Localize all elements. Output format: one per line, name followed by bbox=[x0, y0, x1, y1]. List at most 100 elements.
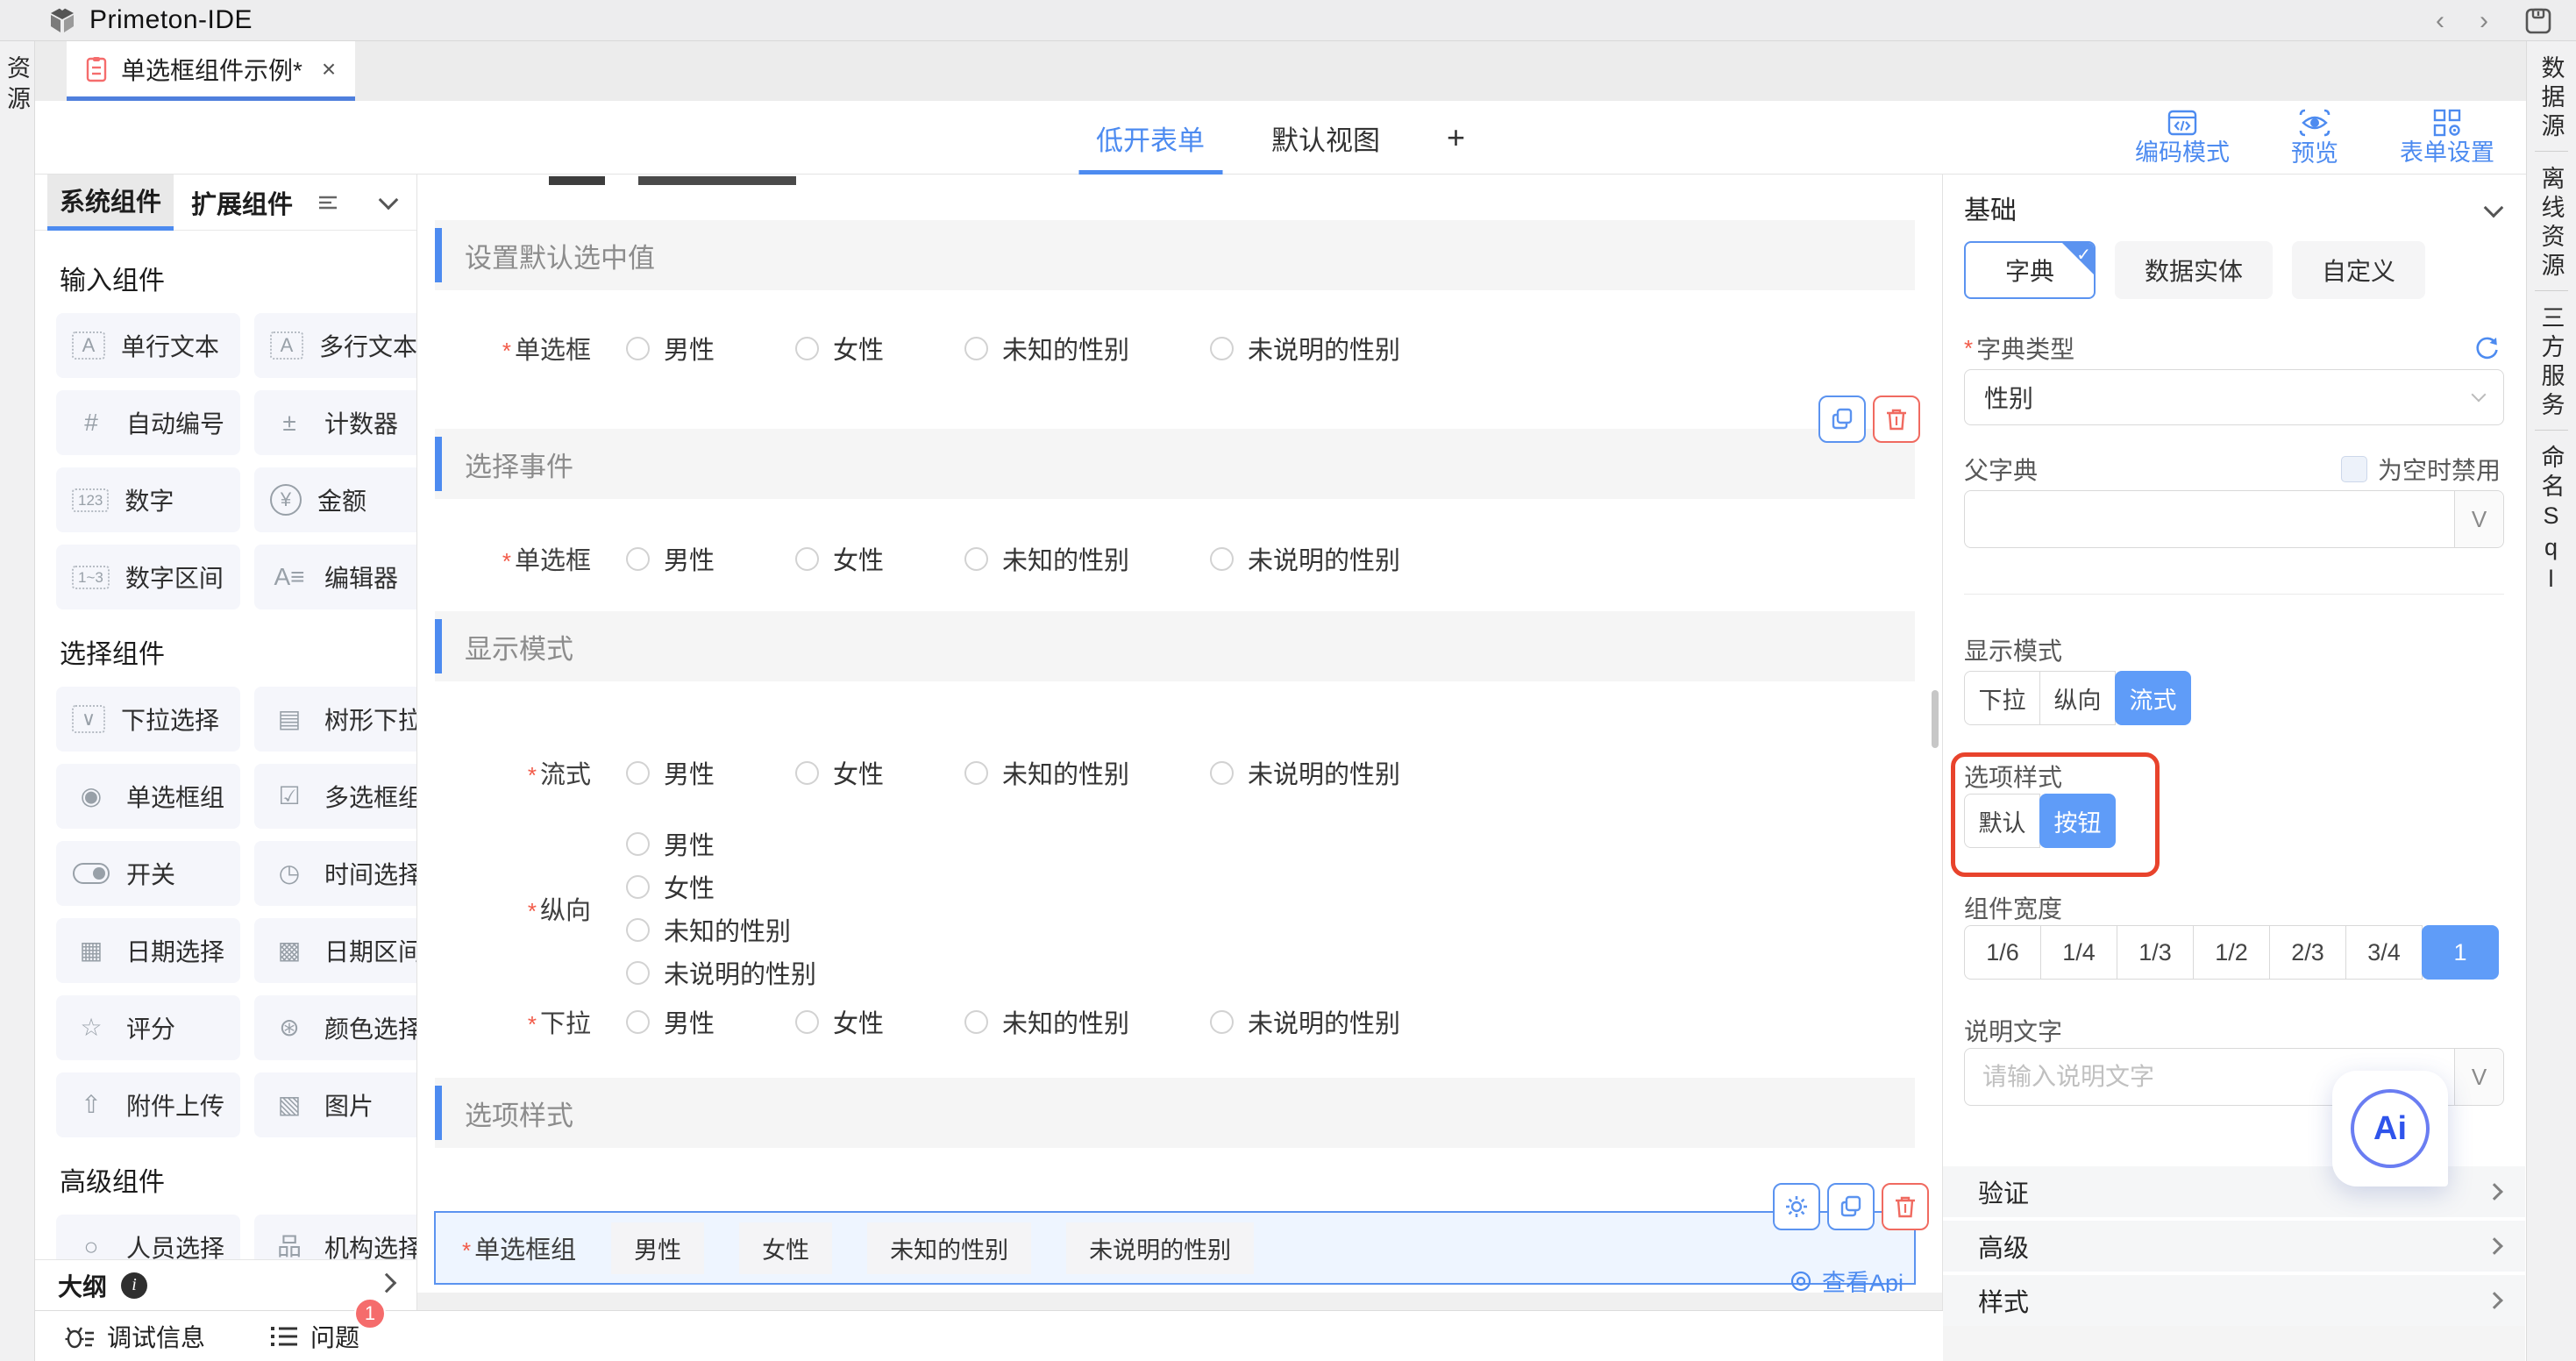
radio-icon[interactable] bbox=[795, 1010, 819, 1034]
disable-when-empty-checkbox[interactable] bbox=[2341, 456, 2367, 482]
tab-extended-components[interactable]: 扩展组件 bbox=[179, 175, 305, 231]
display-mode-flow[interactable]: 流式 bbox=[2115, 671, 2191, 725]
radio-icon[interactable] bbox=[795, 337, 819, 360]
third-party-services-vertical-tab[interactable]: 三方服务 bbox=[2535, 291, 2569, 430]
document-tab[interactable]: 单选框组件示例* × bbox=[67, 41, 355, 101]
datasource-vertical-tab[interactable]: 数据源 bbox=[2535, 41, 2569, 151]
collapse-palette-icon[interactable] bbox=[381, 193, 395, 211]
radio-icon[interactable] bbox=[1210, 761, 1234, 785]
nav-forward-icon[interactable]: › bbox=[2480, 8, 2488, 34]
component-number-range[interactable]: 1~3数字区间 bbox=[56, 545, 240, 609]
radio-icon[interactable] bbox=[1210, 547, 1234, 571]
width-1-6[interactable]: 1/6 bbox=[1964, 925, 2041, 980]
cascade-suffix-button[interactable]: V bbox=[2454, 491, 2503, 547]
ai-assistant-button[interactable]: Ai bbox=[2332, 1071, 2448, 1186]
width-1-3[interactable]: 1/3 bbox=[2117, 925, 2194, 980]
code-mode-button[interactable]: 编码模式 bbox=[2135, 108, 2230, 167]
component-single-line-text[interactable]: A单行文本 bbox=[56, 313, 240, 378]
radio-option[interactable]: 未说明的性别 bbox=[1210, 540, 1400, 577]
copy-block-button[interactable] bbox=[1818, 395, 1866, 443]
radio-option[interactable]: 女性 bbox=[795, 540, 884, 577]
button-option[interactable]: 女性 bbox=[739, 1222, 832, 1274]
radio-option[interactable]: 未说明的性别 bbox=[1210, 754, 1400, 791]
radio-row-dropdown[interactable]: *下拉 男性 女性 未知的性别 未说明的性别 bbox=[435, 995, 1915, 1048]
form-settings-button[interactable]: 表单设置 bbox=[2400, 108, 2494, 167]
display-mode-vertical[interactable]: 纵向 bbox=[2039, 671, 2116, 725]
copy-block-button[interactable] bbox=[1827, 1183, 1875, 1230]
tab-dictionary[interactable]: 字典 ✓ bbox=[1964, 241, 2096, 299]
section-style[interactable]: 样式 bbox=[1943, 1275, 2525, 1326]
component-tree-dropdown[interactable]: ▤树形下拉 bbox=[254, 687, 417, 752]
radio-option[interactable]: 未知的性别 bbox=[626, 911, 816, 948]
component-multi-line-text[interactable]: A多行文本 bbox=[254, 313, 417, 378]
component-date-range[interactable]: ▩日期区间 bbox=[254, 918, 417, 983]
close-icon[interactable]: × bbox=[322, 55, 336, 83]
component-radio-group[interactable]: ◉单选框组 bbox=[56, 764, 240, 829]
canvas-scrollbar-thumb[interactable] bbox=[1932, 690, 1939, 748]
radio-option[interactable]: 男性 bbox=[626, 1003, 715, 1040]
radio-icon[interactable] bbox=[795, 761, 819, 785]
radio-option[interactable]: 未知的性别 bbox=[964, 1003, 1129, 1040]
named-sql-vertical-tab[interactable]: 命名Sql bbox=[2535, 431, 2569, 606]
component-image[interactable]: ▧图片 bbox=[254, 1072, 417, 1137]
radio-row-default-value[interactable]: *单选框 男性 女性 未知的性别 未说明的性别 bbox=[435, 322, 1915, 374]
component-number[interactable]: 123数字 bbox=[56, 467, 240, 532]
component-rating[interactable]: ☆评分 bbox=[56, 995, 240, 1060]
dict-type-select[interactable]: 性别 bbox=[1964, 369, 2504, 425]
tab-data-entity[interactable]: 数据实体 bbox=[2115, 241, 2273, 299]
parent-dict-input[interactable]: V bbox=[1964, 490, 2504, 548]
button-option[interactable]: 未知的性别 bbox=[867, 1222, 1031, 1274]
radio-row-event[interactable]: *单选框 男性 女性 未知的性别 未说明的性别 bbox=[435, 532, 1915, 585]
radio-option[interactable]: 未知的性别 bbox=[964, 540, 1129, 577]
component-time-picker[interactable]: ◷时间选择 bbox=[254, 841, 417, 906]
section-advanced[interactable]: 高级 bbox=[1943, 1221, 2525, 1272]
collapse-basic-icon[interactable] bbox=[2484, 198, 2504, 218]
width-full[interactable]: 1 bbox=[2422, 925, 2499, 980]
radio-icon[interactable] bbox=[1210, 1010, 1234, 1034]
width-1-2[interactable]: 1/2 bbox=[2193, 925, 2270, 980]
component-dropdown-select[interactable]: ∨下拉选择 bbox=[56, 687, 240, 752]
width-1-4[interactable]: 1/4 bbox=[2040, 925, 2117, 980]
radio-icon[interactable] bbox=[626, 1010, 650, 1034]
tab-system-components[interactable]: 系统组件 bbox=[47, 175, 174, 231]
radio-icon[interactable] bbox=[626, 337, 650, 360]
button-option[interactable]: 男性 bbox=[611, 1222, 704, 1274]
radio-icon[interactable] bbox=[626, 918, 650, 942]
radio-option[interactable]: 未说明的性别 bbox=[1210, 330, 1400, 367]
component-switch[interactable]: 开关 bbox=[56, 841, 240, 906]
button-option[interactable]: 未说明的性别 bbox=[1066, 1222, 1254, 1274]
width-3-4[interactable]: 3/4 bbox=[2345, 925, 2423, 980]
radio-option[interactable]: 未知的性别 bbox=[964, 330, 1129, 367]
basic-section-header[interactable]: 基础 bbox=[1964, 183, 2501, 232]
component-auto-number[interactable]: #自动编号 bbox=[56, 390, 240, 455]
preview-button[interactable]: 预览 bbox=[2291, 107, 2338, 167]
radio-option[interactable]: 女性 bbox=[795, 1003, 884, 1040]
cascade-suffix-button[interactable]: V bbox=[2454, 1049, 2503, 1105]
add-view-button[interactable]: + bbox=[1447, 119, 1465, 156]
width-2-3[interactable]: 2/3 bbox=[2269, 925, 2346, 980]
radio-option[interactable]: 男性 bbox=[626, 330, 715, 367]
debug-info-button[interactable]: 调试信息 bbox=[65, 1319, 205, 1354]
refresh-icon[interactable] bbox=[2473, 334, 2501, 362]
radio-icon[interactable] bbox=[626, 961, 650, 985]
display-mode-dropdown[interactable]: 下拉 bbox=[1964, 671, 2040, 725]
delete-block-button[interactable] bbox=[1873, 395, 1920, 443]
radio-icon[interactable] bbox=[795, 547, 819, 571]
nav-back-icon[interactable]: ‹ bbox=[2436, 8, 2444, 34]
radio-row-flow[interactable]: *流式 男性 女性 未知的性别 未说明的性别 bbox=[435, 746, 1915, 799]
problems-button[interactable]: 问题 1 bbox=[270, 1319, 359, 1354]
component-editor[interactable]: A≡编辑器 bbox=[254, 545, 417, 609]
radio-icon[interactable] bbox=[964, 1010, 988, 1034]
component-counter[interactable]: ±计数器 bbox=[254, 390, 417, 455]
radio-icon[interactable] bbox=[626, 547, 650, 571]
resources-vertical-tab[interactable]: 资源 bbox=[0, 55, 34, 117]
expand-outline-icon[interactable] bbox=[380, 1276, 394, 1294]
radio-icon[interactable] bbox=[1210, 337, 1234, 360]
save-icon[interactable] bbox=[2523, 6, 2553, 36]
tab-lowcode-form[interactable]: 低开表单 bbox=[1096, 101, 1205, 175]
offline-resources-vertical-tab[interactable]: 离线资源 bbox=[2535, 152, 2569, 290]
settings-block-button[interactable] bbox=[1773, 1183, 1820, 1230]
radio-option[interactable]: 男性 bbox=[626, 825, 816, 862]
radio-option[interactable]: 男性 bbox=[626, 540, 715, 577]
component-checkbox-group[interactable]: ☑多选框组 bbox=[254, 764, 417, 829]
